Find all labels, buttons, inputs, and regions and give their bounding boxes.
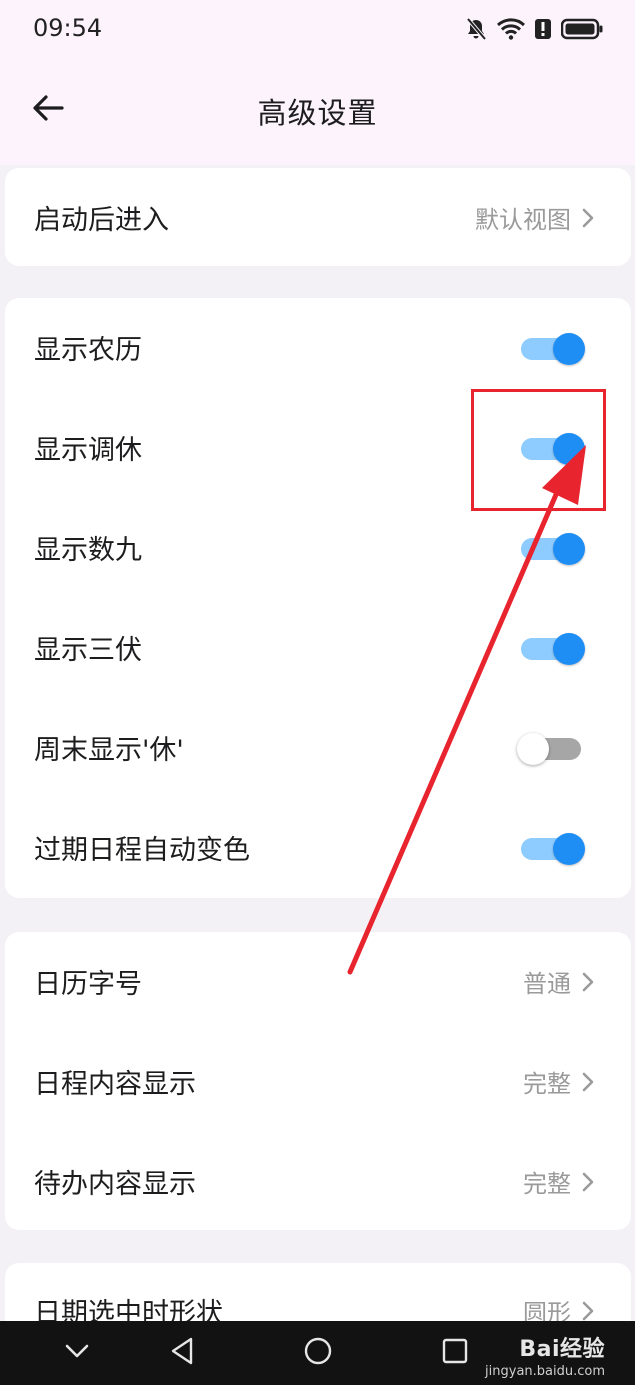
row-label: 日期选中时形状 [34, 1298, 223, 1321]
toggle-switch[interactable] [521, 833, 585, 865]
calendar-font-size-row[interactable]: 日历字号 普通 [5, 932, 631, 1032]
page-title: 高级设置 [257, 96, 378, 130]
system-nav-bar: Bai经验 jingyan.baidu.com [0, 1321, 635, 1385]
row-label: 周末显示'休' [34, 735, 184, 766]
baidu-watermark: Bai经验 jingyan.baidu.com [485, 1331, 605, 1379]
watermark-url: jingyan.baidu.com [485, 1364, 605, 1379]
toggle-row-expired-color[interactable]: 过期日程自动变色 [5, 798, 631, 898]
chevron-right-icon [581, 1170, 595, 1194]
status-bar: 09:54 [0, 0, 635, 60]
toggle-switch[interactable] [517, 733, 585, 765]
row-value: 默认视图 [475, 206, 571, 234]
shape-card: 日期选中时形状 圆形 [5, 1263, 631, 1321]
status-time: 09:54 [33, 14, 103, 42]
status-icons [465, 14, 603, 44]
chevron-down-icon [64, 1342, 90, 1364]
row-value: 普通 [523, 970, 571, 998]
bell-muted-icon [465, 17, 487, 41]
toggle-row-weekend-rest[interactable]: 周末显示'休' [5, 698, 631, 798]
toggle-switch[interactable] [521, 533, 585, 565]
chevron-right-icon [581, 1299, 595, 1321]
content-card: 日历字号 普通 日程内容显示 完整 待办内容显示 完整 [5, 932, 631, 1230]
toggle-row-shujiu[interactable]: 显示数九 [5, 498, 631, 598]
alert-icon [535, 18, 551, 40]
home-circle-icon [303, 1336, 333, 1370]
row-label: 过期日程自动变色 [34, 835, 250, 866]
row-label: 待办内容显示 [34, 1169, 196, 1200]
schedule-content-row[interactable]: 日程内容显示 完整 [5, 1032, 631, 1132]
toggle-row-sanfu[interactable]: 显示三伏 [5, 598, 631, 698]
watermark-logo: Bai经验 [519, 1337, 605, 1362]
chevron-right-icon [581, 1070, 595, 1094]
toggle-switch[interactable] [521, 433, 585, 465]
row-label: 启动后进入 [34, 205, 169, 236]
row-value: 圆形 [523, 1299, 571, 1321]
todo-content-row[interactable]: 待办内容显示 完整 [5, 1132, 631, 1232]
nav-recents-button[interactable] [437, 1337, 473, 1369]
startup-view-row[interactable]: 启动后进入 默认视图 [5, 168, 631, 266]
row-label: 显示数九 [34, 535, 142, 566]
battery-icon [561, 18, 603, 40]
row-label: 日历字号 [34, 969, 142, 1000]
toggle-switch[interactable] [521, 633, 585, 665]
wifi-icon [497, 18, 525, 40]
toggle-switch[interactable] [521, 333, 585, 365]
back-triangle-icon [169, 1336, 195, 1370]
row-label: 显示农历 [34, 335, 142, 366]
startup-card: 启动后进入 默认视图 [5, 168, 631, 266]
header: 高级设置 [0, 60, 635, 165]
toggle-row-lunar[interactable]: 显示农历 [5, 298, 631, 398]
nav-collapse-button[interactable] [59, 1337, 95, 1369]
row-label: 日程内容显示 [34, 1069, 196, 1100]
row-label: 显示三伏 [34, 635, 142, 666]
row-label: 显示调休 [34, 435, 142, 466]
nav-home-button[interactable] [300, 1337, 336, 1369]
chevron-right-icon [581, 970, 595, 994]
chevron-right-icon [581, 206, 595, 230]
date-selected-shape-row[interactable]: 日期选中时形状 圆形 [5, 1263, 631, 1321]
row-value: 完整 [523, 1170, 571, 1198]
toggle-row-adjusted-holiday[interactable]: 显示调休 [5, 398, 631, 498]
display-card: 显示农历 显示调休 显示数九 显示三伏 周末显示'休' 过期日程自动变色 [5, 298, 631, 898]
recents-square-icon [441, 1337, 469, 1369]
nav-back-button[interactable] [164, 1337, 200, 1369]
row-value: 完整 [523, 1070, 571, 1098]
